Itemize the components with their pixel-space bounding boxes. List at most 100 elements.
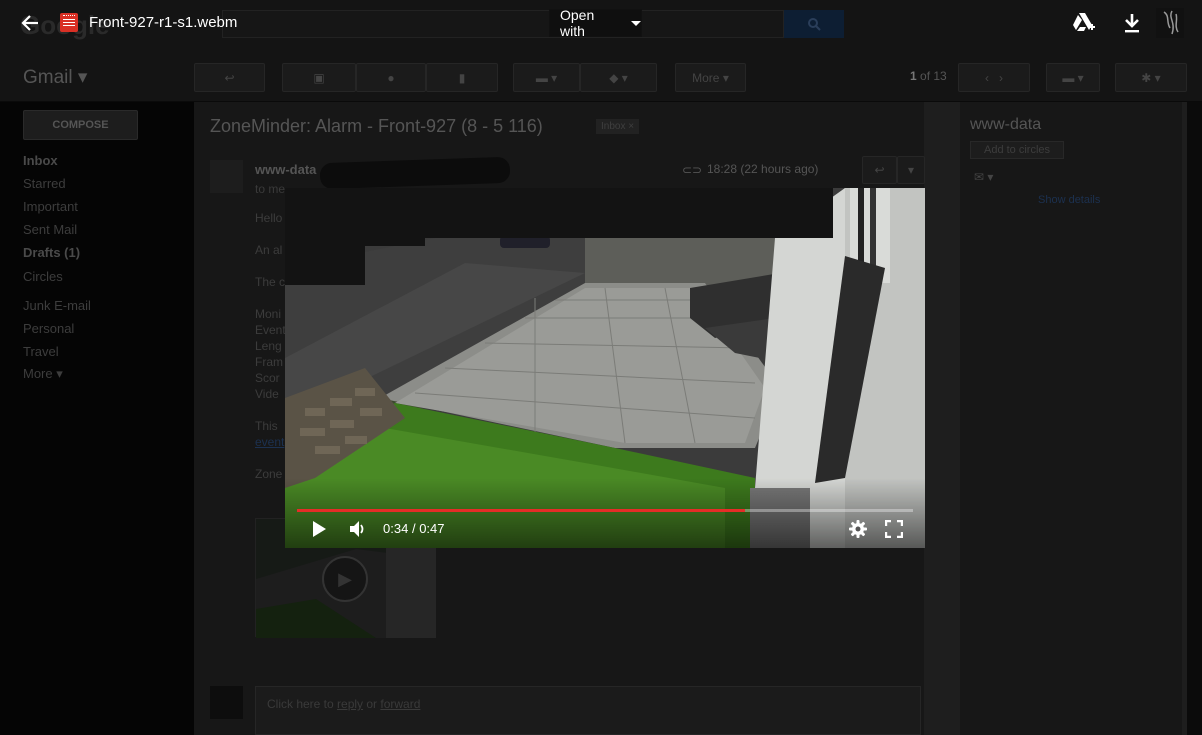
forward-link[interactable]: forward [380, 697, 420, 711]
play-button[interactable] [307, 517, 331, 541]
open-with-label: Open with [560, 7, 595, 39]
reply-link[interactable]: reply [337, 697, 363, 711]
file-name: Front-927-r1-s1.webm [89, 14, 238, 31]
pager: 1 of 13 [910, 69, 947, 83]
gear-icon: ✱ ▾ [1141, 70, 1161, 85]
gmail-brand-label: Gmail [23, 67, 73, 88]
add-to-drive-button[interactable] [1071, 10, 1097, 36]
reply-icon: ↩ [874, 163, 885, 177]
seek-bar-played[interactable] [297, 509, 745, 512]
gmail-brand[interactable]: Gmail ▾ [23, 66, 87, 89]
more-button[interactable]: More ▾ [675, 63, 746, 92]
input-tools-button[interactable]: ▬ ▾ [1046, 63, 1100, 92]
viewer-toolbar: Front-927-r1-s1.webm Open with [0, 0, 1202, 46]
email-body-line: This [255, 419, 278, 433]
archive-button[interactable]: ▣ [282, 63, 356, 92]
close-viewer-button[interactable] [18, 11, 42, 35]
playback-time: 0:34 / 0:47 [383, 521, 445, 536]
nav-starred[interactable]: Starred [23, 176, 66, 191]
email-body-line: Zone [255, 467, 283, 481]
email-body-line: An al [255, 243, 283, 257]
nav-personal[interactable]: Personal [23, 321, 74, 336]
volume-button[interactable] [345, 517, 371, 541]
keyboard-icon: ▬ ▾ [1062, 70, 1084, 85]
download-icon [1125, 14, 1139, 33]
pager-current: 1 [910, 69, 917, 83]
email-body-line: Event [255, 323, 286, 337]
sender-avatar [210, 160, 243, 193]
reply-prompt-middle: or [363, 697, 381, 711]
email-body-line: Moni [255, 307, 282, 321]
add-to-circles-button[interactable]: Add to circles [970, 141, 1064, 159]
play-icon [313, 521, 326, 537]
spam-icon: ● [387, 70, 395, 85]
nav-junk[interactable]: Junk E-mail [23, 298, 91, 313]
sender-name[interactable]: www-data [255, 162, 316, 177]
email-body-line: Hello [255, 211, 283, 225]
email-body-line: Scor [255, 371, 280, 385]
account-avatar-icon [1156, 8, 1184, 38]
nav-travel[interactable]: Travel [23, 344, 59, 359]
contact-name: www-data [970, 116, 1042, 133]
labels-button[interactable]: ◆ ▾ [580, 63, 657, 92]
inbox-label-chip[interactable]: Inbox × [596, 119, 640, 134]
caret-down-icon [631, 20, 641, 26]
folder-icon: ▬ ▾ [535, 70, 558, 85]
report-spam-button[interactable]: ● [356, 63, 426, 92]
compose-button[interactable]: COMPOSE [23, 110, 138, 140]
more-actions-button[interactable]: ▾ [897, 156, 925, 184]
chevron-left-right-icon: ‹ › [985, 70, 1003, 85]
email-body-line: Vide [255, 387, 279, 401]
pager-total: of 13 [920, 69, 947, 83]
settings-icon [849, 520, 867, 538]
inbox-label-text: Inbox [601, 121, 626, 132]
volume-icon [350, 521, 364, 537]
archive-icon: ▣ [313, 70, 325, 85]
settings-button[interactable]: ✱ ▾ [1115, 63, 1187, 92]
email-subject: ZoneMinder: Alarm - Front-927 (8 - 5 116… [210, 116, 543, 136]
video-frame [285, 188, 925, 548]
reply-arrow-icon: ↩ [224, 70, 235, 85]
email-body-line: Leng [255, 339, 282, 353]
gmail-sidebar [0, 102, 194, 735]
video-file-icon [60, 13, 78, 32]
email-body-line: The c [255, 275, 286, 289]
open-with-button[interactable]: Open with [549, 7, 642, 39]
nav-inbox[interactable]: Inbox [23, 153, 58, 168]
reply-button[interactable]: ↩ [862, 156, 897, 184]
nav-more[interactable]: More ▾ [23, 366, 63, 382]
account-avatar[interactable] [1155, 8, 1185, 38]
fullscreen-icon [885, 520, 903, 538]
reply-prompt: Click here to reply or forward [267, 697, 420, 711]
video-player[interactable] [285, 188, 925, 548]
move-to-button[interactable]: ▬ ▾ [513, 63, 580, 92]
current-time: 0:34 [383, 521, 409, 536]
page-scrollbar[interactable] [1187, 102, 1202, 735]
back-arrow-icon [21, 15, 38, 31]
more-button-label: More [692, 70, 720, 85]
event-link[interactable]: event [255, 435, 284, 449]
label-icon: ◆ ▾ [609, 70, 628, 85]
my-avatar [210, 686, 243, 719]
email-contact-icon[interactable]: ✉ ▾ [974, 170, 993, 184]
add-to-drive-icon [1073, 13, 1095, 31]
player-settings-button[interactable] [846, 517, 870, 541]
trash-icon: ▮ [458, 70, 466, 85]
nav-drafts[interactable]: Drafts (1) [23, 245, 80, 260]
nav-sent-mail[interactable]: Sent Mail [23, 222, 77, 237]
pager-prev-next[interactable]: ‹ › [958, 63, 1030, 92]
attachment-icon: ⊂⊃ [682, 163, 703, 177]
back-to-inbox-button[interactable]: ↩ [194, 63, 265, 92]
nav-important[interactable]: Important [23, 199, 78, 214]
reply-prompt-prefix: Click here to [267, 697, 338, 711]
delete-button[interactable]: ▮ [426, 63, 498, 92]
fullscreen-button[interactable] [882, 517, 906, 541]
nav-circles[interactable]: Circles [23, 269, 63, 284]
duration: 0:47 [419, 521, 445, 536]
thumbnail-play-icon[interactable]: ▶ [322, 556, 368, 602]
show-details-link[interactable]: Show details [1038, 194, 1100, 206]
time-separator: / [411, 521, 416, 536]
download-button[interactable] [1119, 10, 1145, 36]
recipient[interactable]: to me [255, 182, 285, 196]
email-body-line: Fram [255, 355, 283, 369]
